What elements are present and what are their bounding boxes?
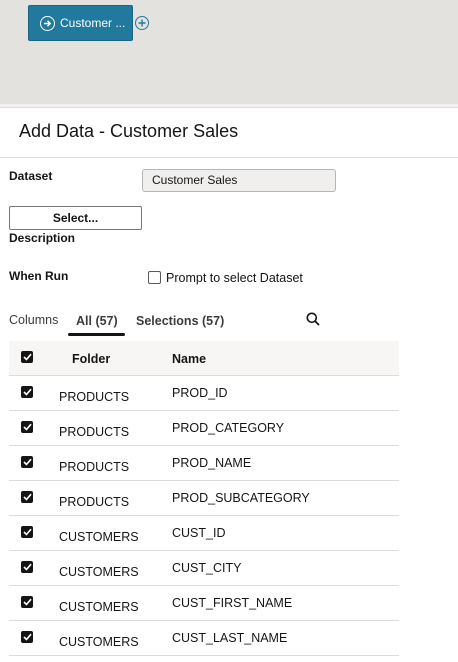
columns-label: Columns: [9, 313, 59, 327]
select-all-checkbox[interactable]: [21, 351, 33, 363]
cell-folder: PRODUCTS: [59, 460, 130, 474]
add-data-icon: [40, 15, 55, 31]
dataflow-node-label: Customer ...: [60, 16, 126, 30]
row-checkbox[interactable]: [21, 456, 33, 468]
row-checkbox[interactable]: [21, 491, 33, 503]
select-dataset-button[interactable]: Select...: [9, 206, 142, 230]
cell-folder: CUSTOMERS: [59, 600, 139, 614]
header-folder[interactable]: Folder: [72, 352, 110, 366]
table-row[interactable]: CUSTOMERS CUST_CITY: [9, 551, 399, 586]
dataflow-canvas[interactable]: Customer ...: [0, 0, 458, 104]
cell-folder: CUSTOMERS: [59, 530, 139, 544]
row-checkbox[interactable]: [21, 561, 33, 573]
row-checkbox[interactable]: [21, 386, 33, 398]
row-checkbox[interactable]: [21, 631, 33, 643]
table-row[interactable]: CUSTOMERS CUST_FIRST_NAME: [9, 586, 399, 621]
table-row[interactable]: CUSTOMERS CUST_ID: [9, 516, 399, 551]
dataflow-node-customer-sales[interactable]: Customer ...: [28, 5, 133, 41]
dataset-label: Dataset: [9, 169, 53, 183]
columns-table: Folder Name PRODUCTS PROD_ID PRODUCTS PR…: [9, 341, 399, 656]
cell-name: PROD_ID: [172, 386, 228, 400]
table-row[interactable]: CUSTOMERS CUST_LAST_NAME: [9, 621, 399, 656]
cell-name: CUST_FIRST_NAME: [172, 596, 293, 610]
cell-name: PROD_SUBCATEGORY: [172, 491, 310, 505]
description-label: Description: [9, 231, 76, 245]
table-row[interactable]: PRODUCTS PROD_ID: [9, 376, 399, 411]
cell-folder: CUSTOMERS: [59, 635, 139, 649]
cell-name: CUST_CITY: [172, 561, 242, 575]
dataset-field: Customer Sales: [142, 169, 336, 192]
row-checkbox[interactable]: [21, 596, 33, 608]
cell-name: PROD_NAME: [172, 456, 252, 470]
cell-name: PROD_CATEGORY: [172, 421, 285, 435]
tab-selections[interactable]: Selections (57): [136, 314, 224, 328]
cell-name: CUST_LAST_NAME: [172, 631, 288, 645]
cell-folder: PRODUCTS: [59, 425, 130, 439]
cell-folder: PRODUCTS: [59, 390, 130, 404]
panel-splitter[interactable]: [0, 104, 458, 108]
table-row[interactable]: PRODUCTS PROD_SUBCATEGORY: [9, 481, 399, 516]
search-icon[interactable]: [306, 312, 320, 326]
active-tab-indicator: [68, 333, 125, 336]
panel-title: Add Data - Customer Sales: [19, 121, 239, 141]
row-checkbox[interactable]: [21, 421, 33, 433]
cell-folder: PRODUCTS: [59, 495, 130, 509]
cell-folder: CUSTOMERS: [59, 565, 139, 579]
table-row[interactable]: PRODUCTS PROD_CATEGORY: [9, 411, 399, 446]
when-run-label: When Run: [9, 269, 69, 283]
title-divider: [0, 157, 458, 158]
table-header: Folder Name: [9, 341, 399, 376]
header-name[interactable]: Name: [172, 352, 206, 366]
prompt-dataset-checkbox[interactable]: [148, 271, 161, 284]
cell-name: CUST_ID: [172, 526, 226, 540]
prompt-dataset-label[interactable]: Prompt to select Dataset: [166, 271, 303, 285]
row-checkbox[interactable]: [21, 526, 33, 538]
add-step-icon[interactable]: [135, 16, 149, 30]
table-row[interactable]: PRODUCTS PROD_NAME: [9, 446, 399, 481]
tab-all[interactable]: All (57): [76, 314, 118, 328]
